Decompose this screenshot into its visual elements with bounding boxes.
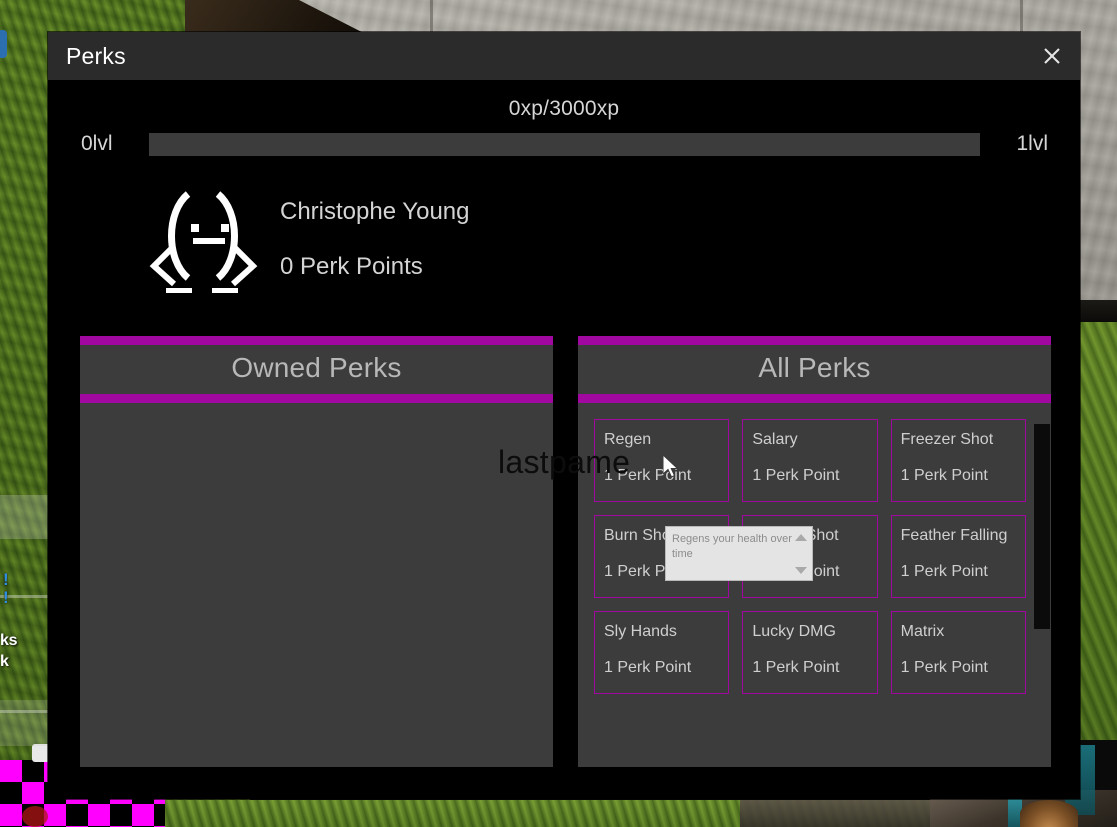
current-level-label: 0lvl [81,132,113,155]
xp-progress-bar [149,132,980,156]
screen: ! ! ks k Perks 0xp/3000xp 0lvl 1lvl Chri… [0,0,1117,827]
hud-label-perks: ks [0,632,18,649]
wood-platform [740,800,950,827]
all-perks-list: Regen 1 Perk Point Salary 1 Perk Point Freez… [578,403,1051,767]
hud-panel-left-upper [0,495,54,539]
xp-bar-row: 0lvl 1lvl [48,132,1080,156]
owned-perks-panel: Owned Perks [80,336,553,767]
red-marker [22,806,48,827]
ascii-face-avatar-icon [149,191,258,293]
owned-perks-list[interactable] [80,403,553,767]
copper-arch [1020,800,1078,827]
perk-cost: 1 Perk Point [900,659,988,676]
perks-window: Perks 0xp/3000xp 0lvl 1lvl Christophe Yo… [48,32,1080,799]
perk-cost: 1 Perk Point [604,659,692,676]
perk-cost: 1 Perk Point [900,563,988,580]
hud-alert-icon: ! [3,570,9,589]
perk-card[interactable]: Lucky DMG 1 Perk Point [742,611,878,694]
perk-name: Salary [752,431,798,448]
perk-card[interactable]: Salary 1 Perk Point [742,419,878,502]
perk-cost: 1 Perk Point [752,467,840,484]
perk-cost: 1 Perk Point [752,659,840,676]
perk-panels: Owned Perks All Perks Regen 1 Perk Point S… [48,336,1080,767]
perk-name: Matrix [900,623,945,640]
window-title: Perks [66,42,126,69]
perk-card[interactable]: Regen 1 Perk Point [594,419,730,502]
hud-label-book: k [0,653,9,670]
hud-alert-icon: ! [3,588,9,607]
all-perks-scrollbar[interactable] [1034,404,1050,766]
close-icon [1044,48,1060,64]
character-info: Christophe Young 0 Perk Points [280,198,470,281]
hud-panel-left-lower [0,700,54,746]
close-button[interactable] [1032,36,1072,76]
next-level-label: 1lvl [1016,132,1048,155]
all-perks-scrollbar-thumb[interactable] [1034,424,1050,629]
perk-name: Feather Falling [900,527,1008,544]
perk-tooltip: Regens your health over time [665,526,813,581]
hud-divider [0,710,50,713]
triangle-down-icon[interactable] [795,567,807,574]
character-block: Christophe Young 0 Perk Points [48,182,1080,296]
perk-card[interactable]: Sly Hands 1 Perk Point [594,611,730,694]
perk-card[interactable]: Freezer Shot 1 Perk Point [890,419,1026,502]
hud-blue-edge [0,30,7,58]
window-body: 0xp/3000xp 0lvl 1lvl Christophe Young 0 … [48,80,1080,799]
window-titlebar: Perks [48,32,1080,80]
character-name: Christophe Young [280,197,470,225]
perk-name: Lucky DMG [752,623,836,640]
all-perks-grid: Regen 1 Perk Point Salary 1 Perk Point Freez… [578,403,1051,710]
perk-name: Sly Hands [604,623,677,640]
all-perks-panel: All Perks Regen 1 Perk Point Salary 1 Perk … [578,336,1051,767]
perk-points-label: 0 Perk Points [280,252,423,280]
xp-text: 0xp/3000xp [508,97,620,120]
perk-name: Freezer Shot [900,431,994,448]
perk-name: Regen [604,431,652,448]
perk-card[interactable]: Feather Falling 1 Perk Point [890,515,1026,598]
avatar [146,182,260,296]
perk-cost: 1 Perk Point [604,467,692,484]
all-perks-title: All Perks [578,336,1051,403]
triangle-up-icon[interactable] [795,534,807,541]
perk-card[interactable]: Matrix 1 Perk Point [890,611,1026,694]
owned-perks-title: Owned Perks [80,336,553,403]
perk-cost: 1 Perk Point [900,467,988,484]
tooltip-text: Regens your health over time [672,533,792,560]
